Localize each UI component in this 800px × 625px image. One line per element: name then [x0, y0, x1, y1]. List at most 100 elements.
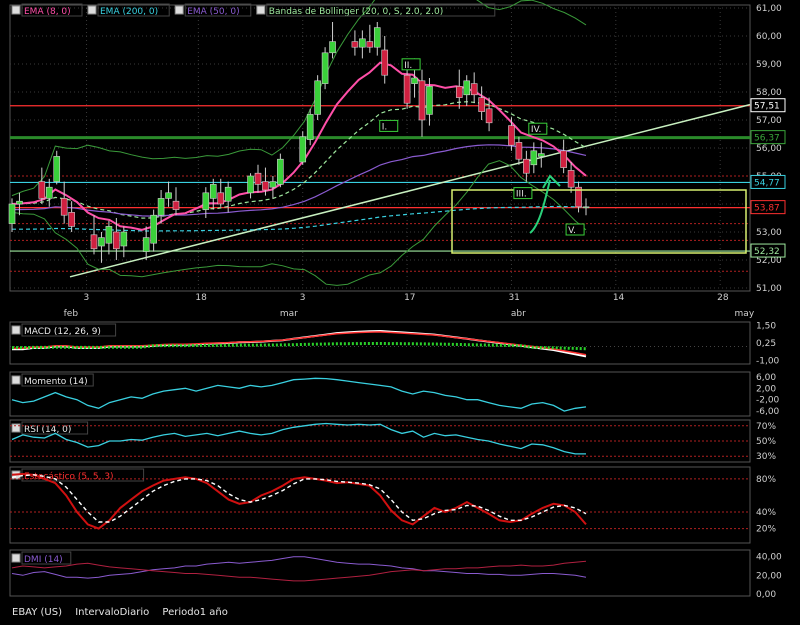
sub-panel-tick-label: 0,00	[756, 590, 776, 600]
legend-checkbox	[256, 5, 266, 15]
candle-body	[165, 192, 172, 199]
date-tick-label: 31	[508, 293, 519, 303]
candle-body	[537, 153, 545, 157]
date-tick-label: 28	[717, 293, 729, 303]
wave-label: V.	[568, 226, 576, 236]
sub-panel-tick-label: 40,00	[756, 553, 782, 563]
rsi-line	[11, 422, 586, 455]
price-tick-label: 51,00	[756, 284, 782, 294]
ema-dashed-line	[11, 101, 587, 219]
sub-panel-frame	[9, 371, 751, 417]
stochastic-panel: 80%40%20%Estocástico (5, 5, 3)	[9, 466, 776, 544]
sub-panel-tick-label: 20%	[756, 525, 776, 535]
candle-body	[120, 231, 128, 247]
sub-panel-tick-label: 1,50	[756, 321, 776, 331]
month-label: mar	[280, 309, 298, 319]
candle-body	[45, 186, 53, 199]
candle-body	[373, 27, 381, 48]
candle-body	[60, 198, 68, 216]
price-tick-label: 59,00	[756, 60, 782, 70]
candle-body	[172, 200, 180, 210]
candle-body	[321, 52, 329, 84]
dmi-minus-line	[11, 560, 587, 582]
candle-body	[262, 181, 269, 191]
candle-body	[224, 186, 232, 202]
month-label: abr	[511, 309, 526, 319]
sub-panel-frame	[9, 466, 751, 544]
candle-body	[567, 170, 575, 188]
sub-legend-checkbox	[11, 375, 21, 385]
candle-body	[38, 181, 46, 199]
candle-body	[277, 158, 284, 185]
candle-body	[269, 181, 277, 188]
legend-checkbox	[174, 5, 184, 15]
price-tick-label: 57,00	[756, 116, 782, 126]
candle-body	[8, 203, 16, 224]
sub-panel-tick-label: -6,00	[756, 407, 780, 417]
date-tick-label: 14	[613, 293, 625, 303]
sub-panel-tick-label: 2,00	[756, 384, 776, 394]
macd-panel: 1,500,25-1,00MACD (12, 26, 9)	[9, 321, 780, 367]
period-label: Periodo1 año	[162, 607, 228, 618]
sub-panel-tick-label: -2,00	[756, 396, 780, 406]
dmi-plus-line	[11, 556, 587, 579]
wave-label: III.	[516, 190, 527, 200]
candle-body	[142, 237, 150, 252]
price-tick-label: 53,00	[756, 228, 782, 238]
symbol-label: EBAY (US)	[12, 607, 62, 618]
candle-body	[530, 150, 538, 166]
candle-body	[523, 158, 530, 174]
price-tag-label: 57,51	[754, 102, 780, 112]
dmi-panel: 40,0020,000,00DMI (14)	[9, 549, 782, 600]
candle-body	[53, 156, 61, 182]
candle-body	[515, 142, 523, 160]
price-tick-label: 56,00	[756, 144, 782, 154]
candle-body	[366, 41, 374, 48]
wave-label: IV.	[531, 125, 542, 135]
interval-label: IntervaloDiario	[75, 607, 150, 618]
candle-body	[314, 80, 321, 115]
sub-panel-tick-label: 0,25	[756, 339, 776, 349]
price-tag-label: 54,77	[754, 178, 780, 188]
price-tick-label: 60,00	[756, 32, 782, 42]
target-box	[451, 189, 747, 254]
stochastic-k-line	[11, 472, 587, 530]
candle-body	[306, 114, 314, 140]
candle-body	[299, 136, 307, 163]
candle-body	[98, 237, 105, 247]
date-tick-label: 17	[404, 293, 415, 303]
momentum-line	[11, 377, 587, 412]
price-tag-label: 52,32	[754, 247, 780, 257]
momentum-panel: 6,002,00-2,00-6,00Momento (14)	[9, 371, 780, 417]
candle-body	[582, 206, 590, 209]
month-label: may	[735, 309, 755, 319]
candle-body	[418, 80, 426, 121]
price-tick-label: 61,00	[756, 4, 782, 14]
rsi-panel: 70%50%30%RSI (14, 0)	[9, 419, 776, 463]
legend-checkbox	[87, 5, 97, 15]
ema-50-line	[11, 144, 587, 217]
sub-panel-frame	[9, 549, 751, 597]
candle-body	[247, 175, 254, 194]
sub-panel-tick-label: 50%	[756, 437, 776, 447]
candle-body	[381, 49, 389, 76]
candle-body	[68, 212, 75, 227]
candle-body	[202, 192, 210, 210]
candle-body	[470, 83, 478, 96]
date-tick-label: 3	[300, 293, 306, 303]
candle-body	[157, 198, 165, 216]
candle-body	[217, 192, 225, 205]
candle-body	[254, 172, 262, 185]
candle-body	[351, 41, 359, 48]
sub-panel-tick-label: 40%	[756, 508, 776, 518]
sub-legend-checkbox	[11, 423, 21, 433]
price-tick-label: 58,00	[756, 88, 782, 98]
candle-body	[411, 77, 418, 84]
sub-panel-tick-label: 6,00	[756, 373, 776, 383]
sub-panel-tick-label: 80%	[756, 475, 776, 485]
candle-body	[560, 150, 567, 168]
month-label: feb	[64, 309, 79, 319]
candle-body	[209, 184, 217, 199]
date-tick-label: 3	[84, 293, 90, 303]
sub-panel-tick-label: 30%	[756, 452, 776, 462]
